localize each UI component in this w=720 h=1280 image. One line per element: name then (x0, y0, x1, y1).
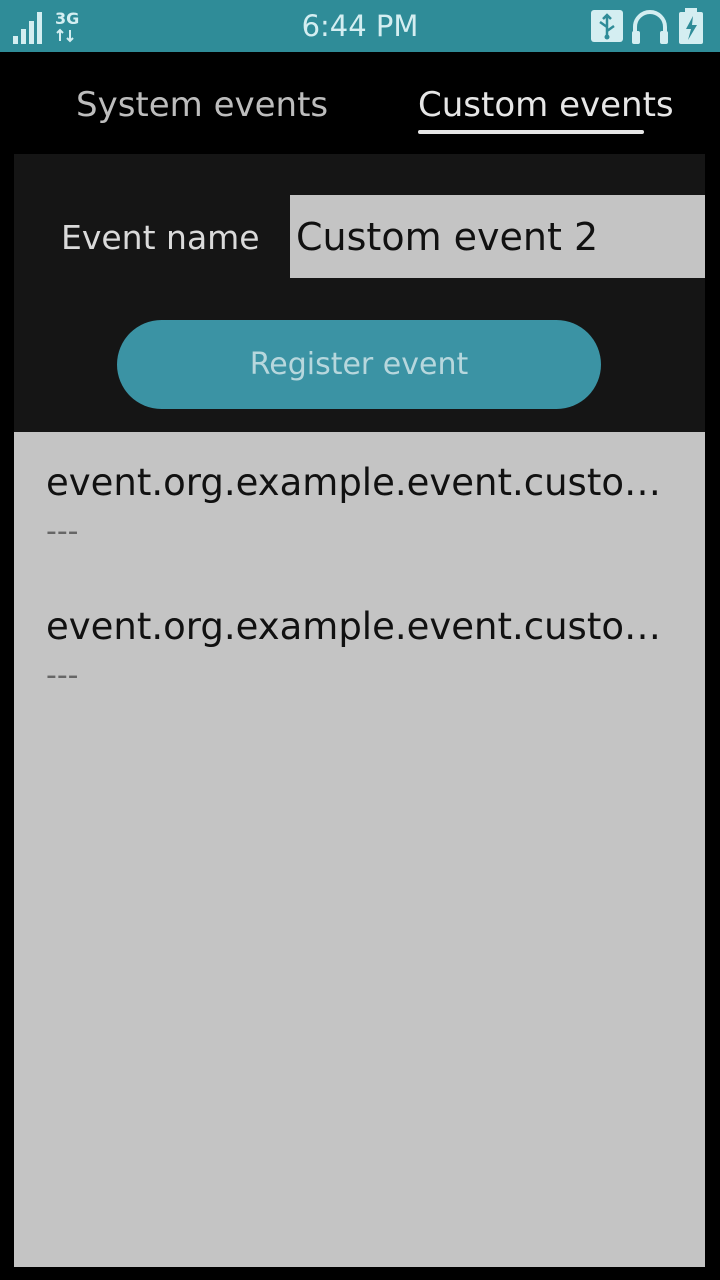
headphones-icon (632, 10, 668, 44)
event-title: event.org.example.event.custom… (46, 461, 666, 504)
list-item[interactable]: event.org.example.event.custom… --- (14, 432, 705, 572)
event-value: --- (46, 658, 79, 693)
event-value: --- (46, 514, 79, 549)
event-name-label: Event name (61, 218, 260, 257)
event-list: event.org.example.event.custom… --- even… (14, 432, 705, 1267)
tab-custom-events[interactable]: Custom events (418, 82, 674, 128)
event-title: event.org.example.event.custom… (46, 605, 666, 648)
active-tab-indicator (418, 130, 644, 134)
battery-charging-icon (679, 8, 703, 44)
register-form-panel: Event name Register event (14, 154, 705, 432)
event-name-input[interactable] (290, 195, 705, 278)
tab-bar: System events Custom events (0, 52, 720, 154)
register-event-button[interactable]: Register event (117, 320, 601, 409)
usb-icon (591, 10, 623, 42)
tab-system-events[interactable]: System events (76, 82, 328, 128)
status-bar: 3G 6:44 PM (0, 0, 720, 52)
list-item[interactable]: event.org.example.event.custom… --- (14, 576, 705, 716)
